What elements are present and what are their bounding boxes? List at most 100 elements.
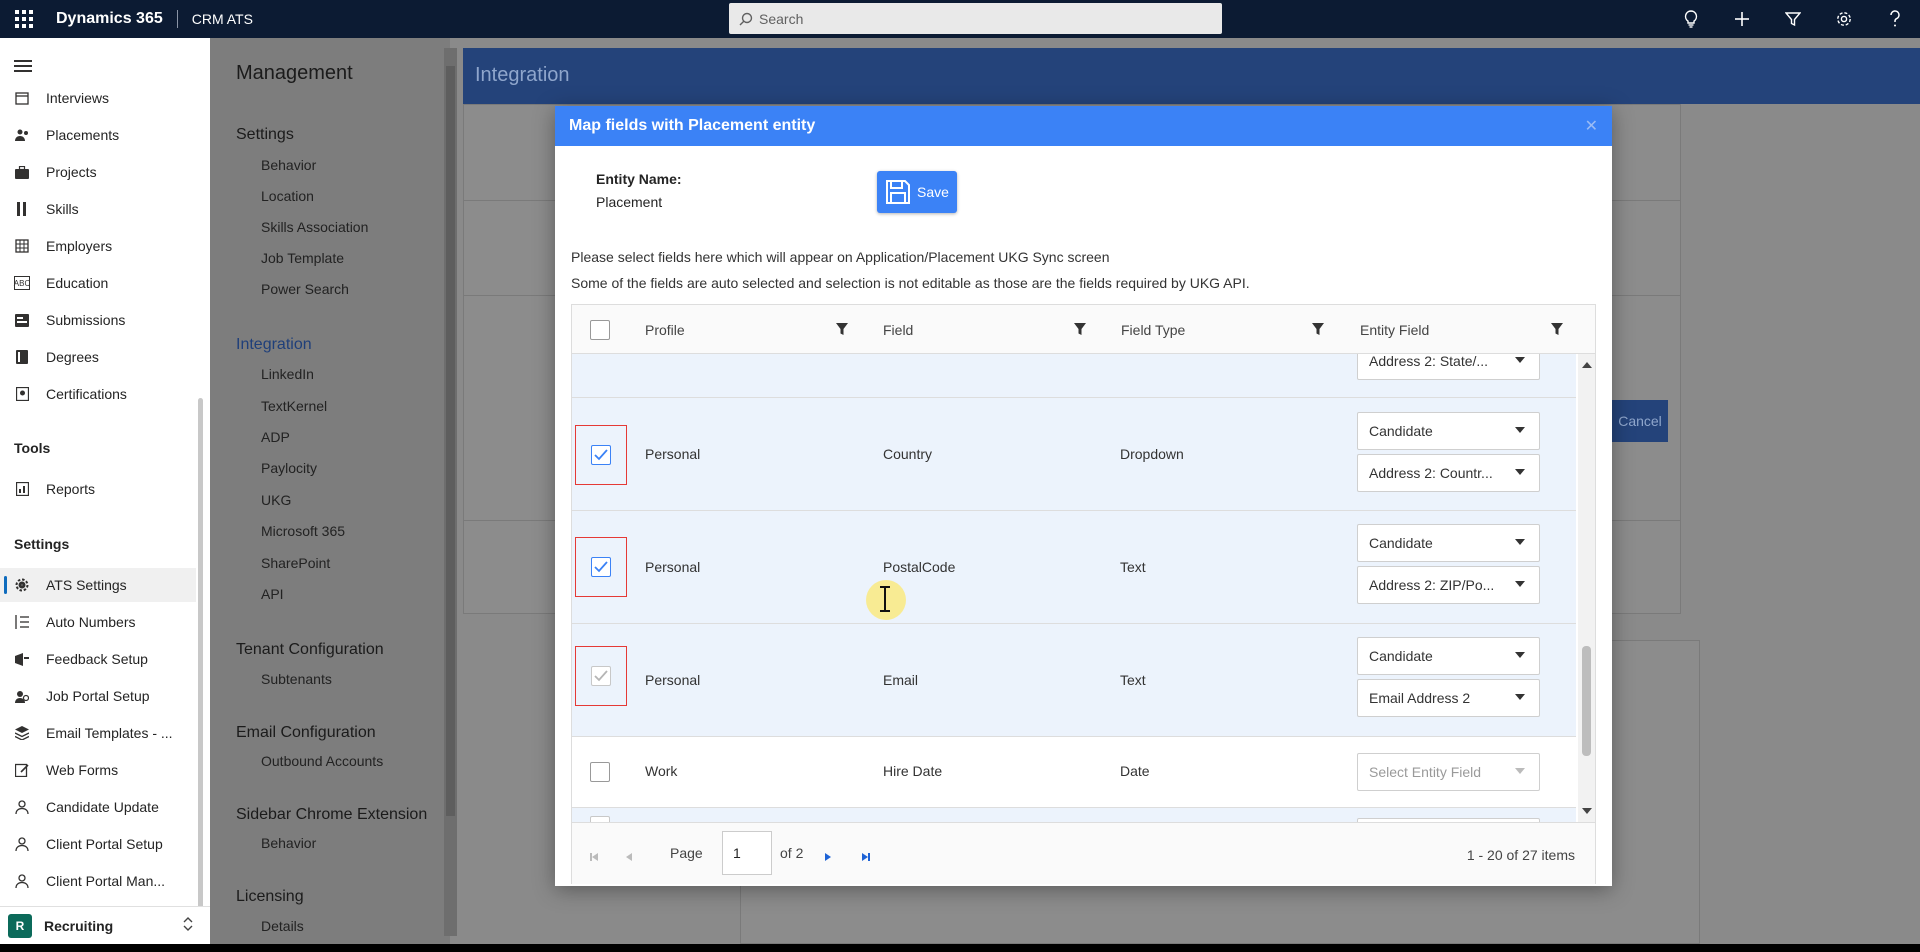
mgmt-item-job-template[interactable]: Job Template — [261, 250, 344, 266]
entity-field-dropdown[interactable]: Address 2: Countr... — [1357, 454, 1540, 492]
sidebar: Interviews Placements Projects Skills Em… — [0, 38, 210, 944]
area-switcher[interactable]: R Recruiting — [0, 906, 210, 944]
management-scrollbar[interactable] — [444, 48, 457, 936]
sidebar-item-web-forms[interactable]: Web Forms — [0, 753, 196, 787]
mgmt-item-extension-behavior[interactable]: Behavior — [261, 835, 316, 851]
sidebar-item-ats-settings[interactable]: ATS Settings — [0, 568, 196, 602]
chevron-down-icon — [1515, 694, 1525, 700]
sidebar-item-submissions[interactable]: Submissions — [0, 303, 196, 337]
waffle-icon — [15, 10, 33, 28]
sidebar-item-label: Auto Numbers — [46, 614, 136, 630]
mgmt-item-details[interactable]: Details — [261, 918, 304, 934]
mgmt-item-outbound-accounts[interactable]: Outbound Accounts — [261, 753, 383, 769]
filter-icon[interactable] — [1074, 322, 1086, 339]
scroll-up-icon[interactable] — [1582, 362, 1592, 368]
entity-field-dropdown[interactable]: Address 2: State/... — [1357, 354, 1540, 380]
tools-header: Tools — [14, 440, 51, 456]
prev-page-icon[interactable] — [626, 848, 632, 864]
mgmt-item-textkernel[interactable]: TextKernel — [261, 398, 327, 414]
dropdown-value: Email Address 2 — [1369, 690, 1471, 706]
grid-scrollbar[interactable] — [1578, 354, 1595, 822]
search-input[interactable]: Search — [729, 3, 1222, 34]
mgmt-item-linkedin[interactable]: LinkedIn — [261, 366, 314, 382]
sidebar-item-job-portal-setup[interactable]: Job Portal Setup — [0, 679, 196, 713]
select-all-checkbox[interactable] — [590, 305, 610, 354]
management-panel: Management Settings Behavior Location Sk… — [210, 38, 450, 944]
save-button[interactable]: Save — [877, 171, 957, 213]
grid-pager: Page 1 of 2 1 - 20 of 27 items — [572, 822, 1595, 884]
mgmt-item-api[interactable]: API — [261, 586, 284, 602]
row-checkbox[interactable] — [591, 445, 611, 465]
row-checkbox[interactable] — [590, 762, 610, 782]
entity-field-dropdown[interactable]: Select Entity Field — [1357, 753, 1540, 791]
first-page-icon[interactable] — [590, 848, 598, 864]
plus-icon[interactable] — [1716, 0, 1767, 38]
sidebar-item-reports[interactable]: Reports — [0, 472, 196, 506]
sidebar-item-employers[interactable]: Employers — [0, 229, 196, 263]
sidebar-item-feedback-setup[interactable]: Feedback Setup — [0, 642, 196, 676]
filter-icon[interactable] — [1551, 322, 1563, 339]
app-name[interactable]: Dynamics 365 — [56, 10, 163, 28]
sidebar-item-education[interactable]: ABC Education — [0, 266, 196, 300]
mgmt-item-skills-association[interactable]: Skills Association — [261, 219, 368, 235]
entity-dropdown[interactable]: Candidate — [1357, 637, 1540, 675]
sidebar-item-interviews[interactable]: Interviews — [0, 81, 196, 115]
settings-header: Settings — [14, 536, 70, 552]
save-label: Save — [917, 184, 949, 200]
abc-icon: ABC — [14, 276, 30, 290]
field-cell: Email — [883, 672, 919, 688]
floppy-disk-icon — [886, 180, 911, 204]
dropdown-value: Address 2: Countr... — [1369, 465, 1493, 481]
field-cell: PostalCode — [883, 559, 956, 575]
mgmt-item-microsoft-365[interactable]: Microsoft 365 — [261, 523, 345, 539]
close-icon[interactable]: ✕ — [1585, 116, 1598, 136]
mgmt-item-sharepoint[interactable]: SharePoint — [261, 555, 330, 571]
gear-icon[interactable] — [1818, 0, 1869, 38]
column-header-field[interactable]: Field — [883, 305, 913, 354]
sidebar-item-placements[interactable]: Placements — [0, 118, 196, 152]
mgmt-item-location[interactable]: Location — [261, 188, 314, 204]
sidebar-item-auto-numbers[interactable]: Auto Numbers — [0, 605, 196, 639]
next-page-icon[interactable] — [825, 848, 831, 864]
column-header-entity-field[interactable]: Entity Field — [1360, 305, 1429, 354]
entity-dropdown[interactable]: Candidate — [1357, 524, 1540, 562]
mgmt-item-ukg[interactable]: UKG — [261, 492, 291, 508]
filter-icon[interactable] — [1767, 0, 1818, 38]
person-icon — [14, 799, 30, 815]
app-subtitle[interactable]: CRM ATS — [192, 11, 253, 27]
scroll-thumb[interactable] — [1582, 646, 1591, 756]
last-page-icon[interactable] — [862, 848, 870, 864]
cancel-button[interactable]: Cancel — [1612, 400, 1668, 442]
entity-dropdown[interactable]: Candidate — [1357, 412, 1540, 450]
mgmt-item-adp[interactable]: ADP — [261, 429, 290, 445]
mgmt-item-subtenants[interactable]: Subtenants — [261, 671, 332, 687]
sidebar-item-client-portal-management[interactable]: Client Portal Man... — [0, 864, 196, 898]
column-header-field-type[interactable]: Field Type — [1121, 305, 1185, 354]
sidebar-item-skills[interactable]: Skills — [0, 192, 196, 226]
entity-field-dropdown[interactable]: Address 2: ZIP/Po... — [1357, 566, 1540, 604]
sidebar-item-client-portal-setup[interactable]: Client Portal Setup — [0, 827, 196, 861]
filter-icon[interactable] — [1312, 322, 1324, 339]
help-icon[interactable] — [1869, 0, 1920, 38]
profile-cell: Personal — [645, 446, 701, 462]
sidebar-item-candidate-update[interactable]: Candidate Update — [0, 790, 196, 824]
mgmt-section-integration: Integration — [236, 336, 312, 353]
field-type-cell: Date — [1120, 763, 1150, 779]
mgmt-item-power-search[interactable]: Power Search — [261, 281, 349, 297]
sidebar-item-projects[interactable]: Projects — [0, 155, 196, 189]
filter-icon[interactable] — [836, 322, 848, 339]
hamburger-icon[interactable] — [14, 60, 32, 75]
mgmt-item-paylocity[interactable]: Paylocity — [261, 460, 317, 476]
mgmt-item-behavior[interactable]: Behavior — [261, 157, 316, 173]
sidebar-item-certifications[interactable]: Certifications — [0, 377, 196, 411]
scroll-down-icon[interactable] — [1582, 808, 1592, 814]
sidebar-item-degrees[interactable]: Degrees — [0, 340, 196, 374]
app-launcher-button[interactable] — [0, 0, 48, 38]
sidebar-scrollbar[interactable] — [198, 398, 203, 938]
column-header-profile[interactable]: Profile — [645, 305, 685, 354]
entity-field-dropdown[interactable]: Email Address 2 — [1357, 679, 1540, 717]
row-checkbox[interactable] — [591, 557, 611, 577]
sidebar-item-email-templates[interactable]: Email Templates - ... — [0, 716, 196, 750]
page-number-input[interactable]: 1 — [722, 831, 772, 875]
lightbulb-icon[interactable] — [1665, 0, 1716, 38]
